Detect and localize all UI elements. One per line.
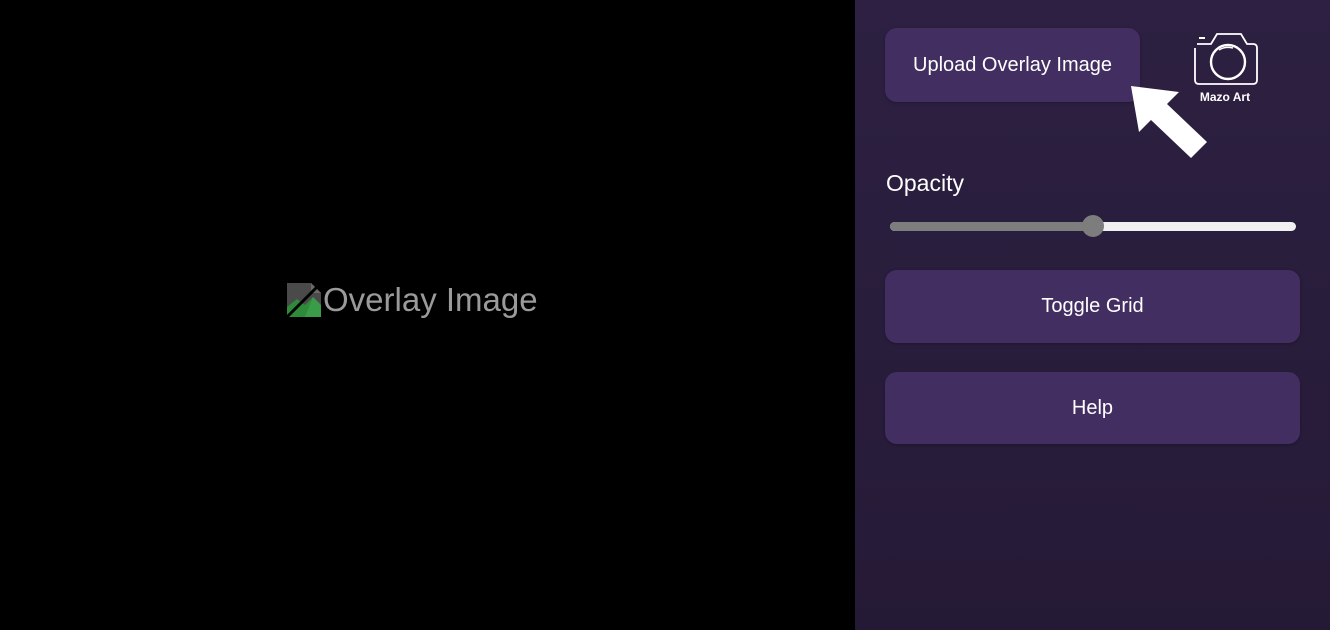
opacity-label: Opacity: [886, 170, 964, 196]
toggle-grid-button[interactable]: Toggle Grid: [885, 270, 1300, 343]
help-button[interactable]: Help: [885, 372, 1300, 444]
overlay-image-alt-text: Overlay Image: [323, 281, 538, 318]
app: Overlay Image Upload Overlay Image Mazo …: [0, 0, 1330, 630]
overlay-stage: Overlay Image: [0, 0, 855, 630]
upload-overlay-button[interactable]: Upload Overlay Image: [885, 28, 1140, 102]
brand-logo: Mazo Art: [1185, 28, 1265, 108]
broken-image-icon: [285, 281, 323, 319]
overlay-image: Overlay Image: [285, 280, 538, 320]
camera-icon: [1194, 33, 1258, 85]
opacity-slider[interactable]: [890, 212, 1296, 242]
opacity-slider-fill: [890, 222, 1093, 231]
logo-text: Mazo Art: [1199, 90, 1251, 104]
control-panel: Upload Overlay Image Mazo Art Opacity To…: [855, 0, 1330, 630]
opacity-slider-thumb[interactable]: [1082, 215, 1104, 237]
